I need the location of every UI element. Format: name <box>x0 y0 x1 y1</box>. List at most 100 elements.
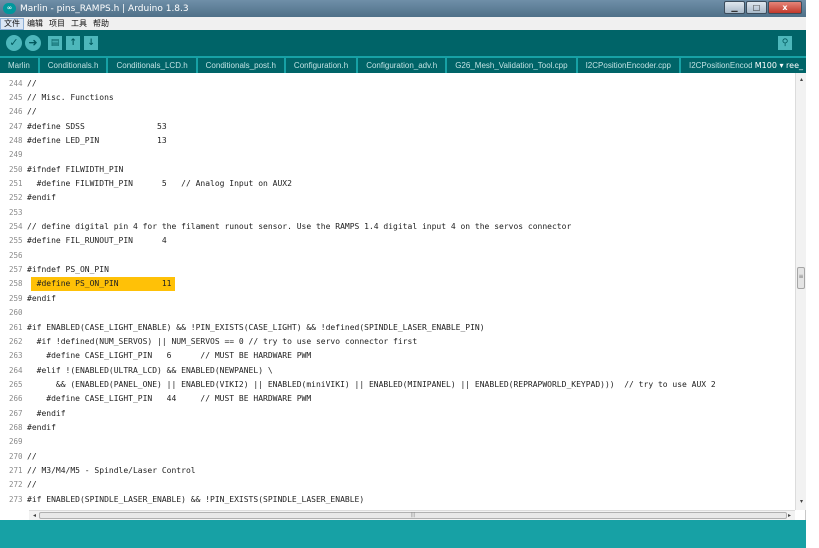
maximize-button[interactable]: □ <box>746 1 767 14</box>
vertical-scroll-thumb[interactable]: ≡ <box>797 267 805 289</box>
tab-conditionals-post[interactable]: Conditionals_post.h <box>197 58 284 73</box>
code-line: 270 // <box>0 449 795 463</box>
line-code: #endif <box>27 193 56 203</box>
close-button[interactable]: x <box>768 1 802 14</box>
new-sketch-button[interactable]: ▤ <box>48 36 62 50</box>
menu-tools[interactable]: 工具 <box>68 18 90 30</box>
line-number: 273 <box>9 494 23 504</box>
line-number: 256 <box>9 250 23 260</box>
code-line: 246 // <box>0 105 795 119</box>
tab-g26-mesh-validation-tool[interactable]: G26_Mesh_Validation_Tool.cpp <box>447 58 576 73</box>
tab-overflow-menu[interactable]: M100 ▾ ree_ <box>751 58 806 73</box>
line-code: // Misc. Functions <box>27 93 114 103</box>
code-line: 272 // <box>0 478 795 492</box>
code-line: 250 #ifndef FILWIDTH_PIN <box>0 162 795 176</box>
code-line: 254 // define digital pin 4 for the filam… <box>0 219 795 233</box>
status-console-area <box>0 520 806 548</box>
line-number: 266 <box>9 394 23 404</box>
line-number: 267 <box>9 408 23 418</box>
horizontal-scroll-thumb[interactable]: ||| <box>39 512 787 519</box>
line-number: 244 <box>9 78 23 88</box>
tab-conditionals[interactable]: Conditionals.h <box>39 58 107 73</box>
window-controls: ▁ □ x <box>724 1 802 14</box>
line-code: #endif <box>27 293 56 303</box>
line-code: // M3/M4/M5 - Spindle/Laser Control <box>27 465 196 475</box>
code-line: 247 #define SDSS 53 <box>0 119 795 133</box>
minimize-button[interactable]: ▁ <box>724 1 745 14</box>
tab-conditionals-lcd[interactable]: Conditionals_LCD.h <box>108 58 196 73</box>
tab-configuration[interactable]: Configuration.h <box>285 58 357 73</box>
code-line: 268 #endif <box>0 420 795 434</box>
code-line: 271 // M3/M4/M5 - Spindle/Laser Control <box>0 463 795 477</box>
line-number: 265 <box>9 379 23 389</box>
line-number: 269 <box>9 437 23 447</box>
scroll-right-icon[interactable]: ▸ <box>785 511 794 520</box>
line-number: 249 <box>9 150 23 160</box>
line-number: 258 <box>9 279 23 289</box>
verify-button[interactable]: ✓ <box>6 35 22 51</box>
line-number: 272 <box>9 480 23 490</box>
line-code: #define SDSS 53 <box>27 121 167 131</box>
scroll-down-icon[interactable]: ▾ <box>797 497 806 506</box>
code-line: 255 #define FIL_RUNOUT_PIN 4 <box>0 234 795 248</box>
upload-button[interactable]: ➜ <box>25 35 41 51</box>
code-line: 245 // Misc. Functions <box>0 90 795 104</box>
line-number: 260 <box>9 308 23 318</box>
menu-bar: 文件 编辑 项目 工具 帮助 <box>0 17 806 30</box>
code-editor[interactable]: 244 // 245 // Misc. Functions 246 // 247 #defin… <box>0 76 795 510</box>
line-code: && (ENABLED(PANEL_ONE) || ENABLED(VIKI2)… <box>27 379 716 389</box>
line-code: // <box>27 451 37 461</box>
code-line: 258 #define PS_ON_PIN 11 <box>0 276 795 291</box>
menu-help[interactable]: 帮助 <box>90 18 112 30</box>
scroll-up-icon[interactable]: ▴ <box>797 75 806 84</box>
line-code: #define FILWIDTH_PIN 5 // Analog Input o… <box>27 179 292 189</box>
line-number: 253 <box>9 207 23 217</box>
window-title: Marlin - pins_RAMPS.h | Arduino 1.8.3 <box>20 3 189 14</box>
open-sketch-button[interactable]: ↑ <box>66 36 80 50</box>
code-line: 267 #endif <box>0 406 795 420</box>
line-number: 250 <box>9 164 23 174</box>
vertical-scrollbar[interactable]: ▴ ≡ ▾ <box>795 73 806 510</box>
line-code: #endif <box>27 422 56 432</box>
line-number: 247 <box>9 121 23 131</box>
line-number: 271 <box>9 465 23 475</box>
line-number: 263 <box>9 351 23 361</box>
line-code: #if ENABLED(SPINDLE_LASER_ENABLE) && !PI… <box>27 494 365 504</box>
code-line: 244 // <box>0 76 795 90</box>
line-number: 246 <box>9 107 23 117</box>
line-number: 255 <box>9 236 23 246</box>
line-number: 264 <box>9 365 23 375</box>
line-number: 251 <box>9 179 23 189</box>
line-code: #define CASE_LIGHT_PIN 44 // MUST BE HAR… <box>27 394 312 404</box>
line-code: // <box>27 107 37 117</box>
code-line: 262 #if !defined(NUM_SERVOS) || NUM_SERV… <box>0 334 795 348</box>
line-number: 259 <box>9 293 23 303</box>
code-line: 263 #define CASE_LIGHT_PIN 6 // MUST BE … <box>0 349 795 363</box>
serial-monitor-button[interactable]: ⚲ <box>778 36 792 50</box>
line-number: 245 <box>9 93 23 103</box>
code-line: 259 #endif <box>0 291 795 305</box>
tab-i2c-position-encoder-cpp[interactable]: I2CPositionEncoder.cpp <box>577 58 679 73</box>
code-line: 253 <box>0 205 795 219</box>
horizontal-scrollbar[interactable]: ◂ ||| ▸ <box>29 510 795 520</box>
scroll-left-icon[interactable]: ◂ <box>30 511 39 520</box>
code-line: 256 <box>0 248 795 262</box>
code-line: 260 <box>0 306 795 320</box>
tab-marlin[interactable]: Marlin <box>0 58 38 73</box>
menu-file[interactable]: 文件 <box>0 17 24 30</box>
line-code: #elif !(ENABLED(ULTRA_LCD) && ENABLED(NE… <box>27 365 273 375</box>
line-code: #define PS_ON_PIN 11 <box>27 279 172 289</box>
line-code: // <box>27 480 37 490</box>
menu-sketch[interactable]: 项目 <box>46 18 68 30</box>
code-line: 264 #elif !(ENABLED(ULTRA_LCD) && ENABLE… <box>0 363 795 377</box>
save-sketch-button[interactable]: ↓ <box>84 36 98 50</box>
code-line: 273 #if ENABLED(SPINDLE_LASER_ENABLE) && … <box>0 492 795 506</box>
menu-edit[interactable]: 编辑 <box>24 18 46 30</box>
line-code: #endif <box>27 408 66 418</box>
file-tab-bar: Marlin Conditionals.h Conditionals_LCD.h… <box>0 56 806 73</box>
line-number: 270 <box>9 451 23 461</box>
tab-configuration-adv[interactable]: Configuration_adv.h <box>358 58 446 73</box>
code-line: 252 #endif <box>0 191 795 205</box>
code-line: 269 <box>0 435 795 449</box>
title-bar: ∞ Marlin - pins_RAMPS.h | Arduino 1.8.3 … <box>0 0 806 17</box>
